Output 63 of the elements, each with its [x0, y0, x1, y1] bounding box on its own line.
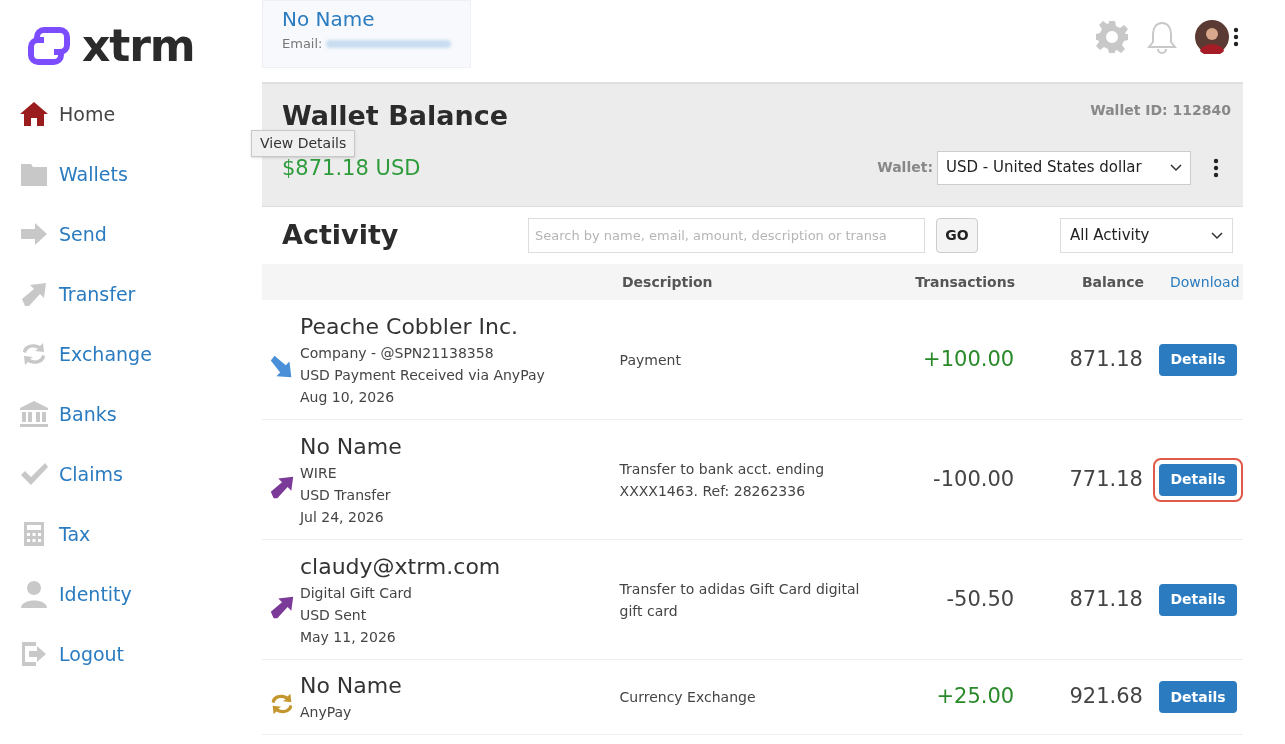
- transaction-detail: USD Transfer: [299, 485, 392, 505]
- transaction-detail: USD Sent: [299, 605, 368, 625]
- balance: 871.18: [1068, 585, 1143, 613]
- wallet-id: Wallet ID: 112840: [1090, 101, 1231, 120]
- sidebar-item[interactable]: Logout: [19, 624, 262, 684]
- activity-filter[interactable]: All Activity: [1060, 218, 1233, 253]
- amount: -50.50: [945, 585, 1015, 613]
- column-header: Transactions: [914, 272, 1015, 292]
- search-field[interactable]: Search by name, email, amount, description or transa: [528, 218, 925, 253]
- person-icon: [19, 579, 49, 609]
- amount: +100.00: [922, 345, 1015, 373]
- transaction-detail: WIRE: [299, 463, 338, 483]
- transaction-detail: Company - @SPN21138358: [299, 343, 495, 363]
- logo-text: xtrm: [82, 24, 195, 68]
- more-icon[interactable]: [1213, 157, 1219, 178]
- wallet-title: Wallet Balance: [282, 99, 508, 133]
- balance: 921.68: [1068, 683, 1143, 711]
- balance: 871.18: [1068, 345, 1143, 373]
- avatar[interactable]: [1195, 20, 1229, 54]
- payee-name: No Name: [299, 672, 403, 700]
- description: Transfer to bank acct. ending XXXX1463. Ref: 28262336: [619, 459, 826, 501]
- activity-title: Activity: [282, 218, 400, 253]
- details-button[interactable]: Details: [1159, 463, 1237, 496]
- transaction-detail: USD Payment Received via AnyPay: [299, 365, 546, 385]
- chevron-down-icon: [1211, 231, 1223, 240]
- wallet-balance: $871.18 USD: [282, 155, 421, 182]
- description: Currency Exchange: [619, 688, 757, 707]
- sidebar-item[interactable]: Banks: [19, 384, 262, 444]
- download-link[interactable]: Download: [1170, 271, 1240, 293]
- details-button[interactable]: Details: [1159, 343, 1237, 376]
- details-button[interactable]: Details: [1159, 681, 1237, 713]
- sidebar-item[interactable]: Send: [19, 204, 262, 264]
- wallet-label: Wallet:: [877, 158, 933, 177]
- transaction-detail: AnyPay: [299, 703, 353, 722]
- profile-name: No Name: [282, 7, 376, 32]
- column-header: Balance: [1080, 272, 1144, 292]
- transaction-detail: Jul 24, 2026: [299, 507, 385, 527]
- sidebar-item[interactable]: Identity: [19, 564, 262, 624]
- amount: -100.00: [932, 465, 1015, 493]
- payee-name: claudy@xtrm.com: [299, 552, 502, 581]
- amount: +25.00: [935, 683, 1015, 711]
- sidebar-item[interactable]: Transfer: [19, 264, 262, 324]
- description: Transfer to adidas Gift Card digital gift card: [619, 579, 861, 621]
- more-icon[interactable]: [1233, 27, 1239, 47]
- payee-name: Peache Cobbler Inc.: [299, 312, 519, 341]
- transaction-detail: Aug 10, 2026: [299, 387, 396, 407]
- tooltip: View Details: [251, 130, 356, 157]
- wallet-select[interactable]: USD - United States dollar: [937, 150, 1191, 185]
- balance: 771.18: [1068, 465, 1143, 493]
- payee-name: No Name: [299, 432, 403, 461]
- description: Payment: [619, 350, 682, 370]
- sidebar-item[interactable]: Tax: [19, 504, 262, 564]
- go-button[interactable]: GO: [936, 218, 978, 253]
- bank-icon: [19, 399, 49, 429]
- home-icon: [19, 99, 49, 129]
- sidebar-item[interactable]: Exchange: [19, 324, 262, 384]
- email-label: Email:: [282, 35, 323, 53]
- chevron-down-icon: [1170, 163, 1182, 172]
- sidebar-item[interactable]: Claims: [19, 444, 262, 504]
- column-header: Description: [622, 272, 714, 292]
- details-button[interactable]: Details: [1159, 583, 1237, 616]
- transaction-detail: May 11, 2026: [299, 627, 397, 647]
- transaction-detail: Digital Gift Card: [299, 583, 413, 603]
